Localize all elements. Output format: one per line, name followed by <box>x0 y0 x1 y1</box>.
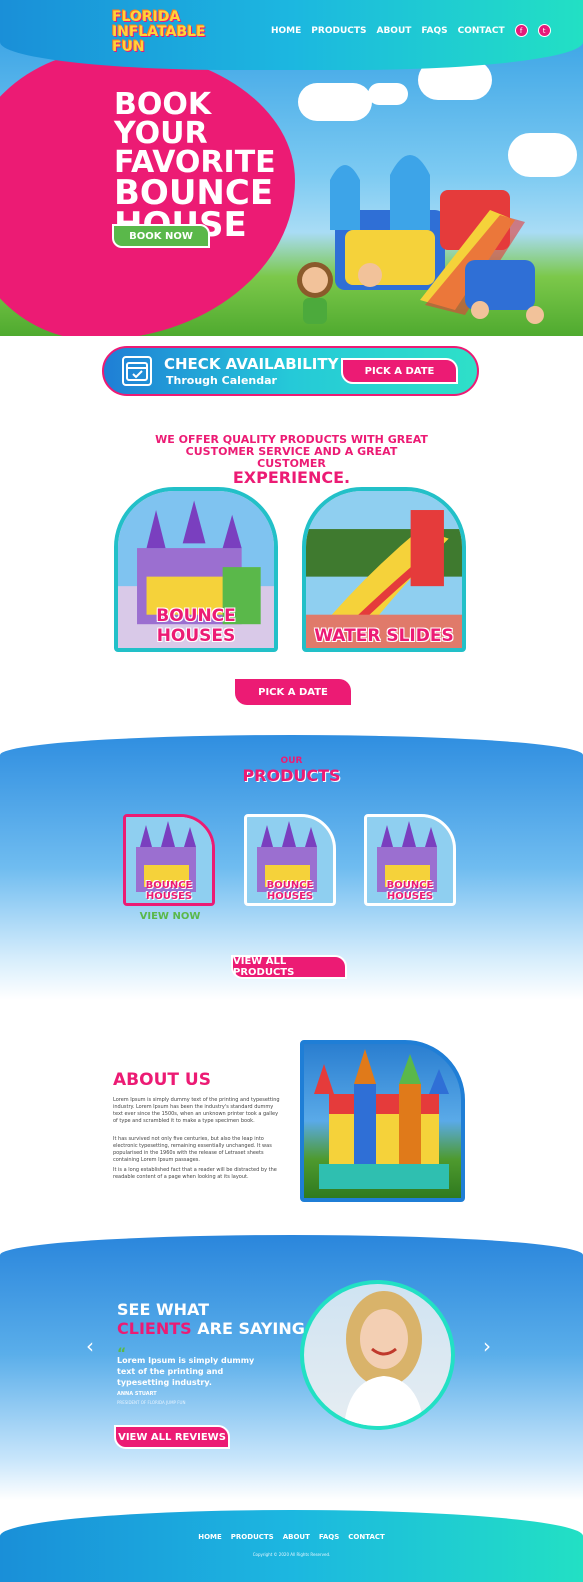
site-logo[interactable]: FLORIDA INFLATABLE FUN <box>112 10 212 55</box>
testimonials-title-line: ARE SAYING <box>197 1319 305 1338</box>
quality-line: CUSTOMER SERVICE AND A GREAT CUSTOMER <box>185 445 398 470</box>
pick-date-button[interactable]: PICK A DATE <box>341 358 458 384</box>
footer-nav-faqs[interactable]: FAQS <box>319 1533 339 1541</box>
footer-nav-products[interactable]: PRODUCTS <box>231 1533 274 1541</box>
product-card[interactable]: BOUNCE HOUSES <box>244 814 336 906</box>
check-availability-banner: CHECK AVAILABILITY Through Calendar PICK… <box>102 346 479 396</box>
site-footer <box>0 1510 583 1582</box>
main-nav: HOME PRODUCTS ABOUT FAQS CONTACT f t <box>271 24 551 37</box>
testimonial-author: ANNA STUART <box>117 1391 157 1397</box>
product-card[interactable]: BOUNCE HOUSES <box>123 814 215 906</box>
hero-title: BOOK YOUR FAVORITE BOUNCE HOUSE <box>114 87 294 243</box>
about-image <box>300 1040 465 1202</box>
product-label: BOUNCE HOUSES <box>266 880 314 902</box>
calendar-icon <box>122 356 152 386</box>
view-all-products-button[interactable]: VIEW ALL PRODUCTS <box>231 955 347 979</box>
footer-nav: HOME PRODUCTS ABOUT FAQS CONTACT <box>0 1533 583 1541</box>
products-overline: OUR <box>280 756 303 766</box>
testimonials-title: SEE WHAT CLIENTS ARE SAYING <box>117 1300 305 1338</box>
logo-text: FUN <box>112 39 145 55</box>
woman-portrait <box>344 1291 424 1426</box>
category-label: BOUNCE HOUSES <box>156 606 236 646</box>
nav-home[interactable]: HOME <box>271 26 301 36</box>
quality-heading: WE OFFER QUALITY PRODUCTS WITH GREAT CUS… <box>150 434 433 486</box>
chevron-right-icon[interactable]: › <box>483 1334 491 1358</box>
availability-subtitle: Through Calendar <box>166 374 277 387</box>
footer-nav-about[interactable]: ABOUT <box>283 1533 310 1541</box>
book-now-button[interactable]: BOOK NOW <box>112 224 210 248</box>
bounce-house-photo <box>314 1049 449 1189</box>
facebook-icon[interactable]: f <box>514 24 528 37</box>
testimonials-title-line: SEE WHAT <box>117 1300 210 1319</box>
testimonial-quote: Lorem Ipsum is simply dummy text of the … <box>117 1356 255 1387</box>
quality-line: EXPERIENCE. <box>232 468 351 487</box>
product-label: BOUNCE HOUSES <box>386 880 434 902</box>
bounce-house-illustration <box>297 155 544 324</box>
view-now-link[interactable]: VIEW NOW <box>122 911 218 922</box>
footer-nav-home[interactable]: HOME <box>198 1533 222 1541</box>
category-label: WATER SLIDES <box>314 626 454 646</box>
testimonial-author-role: PRESIDENT OF FLORIDA JUMP FUN <box>117 1400 186 1405</box>
category-card-water-slides[interactable]: WATER SLIDES <box>302 487 466 652</box>
view-all-reviews-button[interactable]: VIEW ALL REVIEWS <box>114 1425 230 1449</box>
about-paragraph: It has survived not only five centuries,… <box>113 1136 272 1163</box>
water-slide-image <box>306 491 462 648</box>
nav-about[interactable]: ABOUT <box>376 26 411 36</box>
logo-text: INFLATABLE <box>112 24 206 40</box>
availability-title: CHECK AVAILABILITY <box>164 355 339 373</box>
hero-title-line: BOOK YOUR <box>114 87 212 151</box>
testimonials-section <box>0 1235 583 1500</box>
about-title: ABOUT US <box>113 1070 211 1090</box>
nav-contact[interactable]: CONTACT <box>458 26 505 36</box>
cloud-graphic <box>300 85 370 119</box>
logo-text: FLORIDA <box>112 9 181 25</box>
about-paragraph: Lorem Ipsum is simply dummy text of the … <box>113 1097 280 1124</box>
nav-faqs[interactable]: FAQS <box>421 26 447 36</box>
category-card-bounce-houses[interactable]: BOUNCE HOUSES <box>114 487 278 652</box>
nav-products[interactable]: PRODUCTS <box>311 26 366 36</box>
chevron-left-icon[interactable]: ‹ <box>86 1334 94 1358</box>
products-title: PRODUCTS <box>242 766 341 785</box>
footer-nav-contact[interactable]: CONTACT <box>348 1533 385 1541</box>
product-label: BOUNCE HOUSES <box>145 880 193 902</box>
twitter-icon[interactable]: t <box>537 24 551 37</box>
copyright: Copyright © 2020 All Rights Reserved. <box>252 1552 331 1557</box>
testimonials-title-highlight: CLIENTS <box>117 1319 192 1338</box>
client-portrait <box>300 1280 455 1430</box>
about-paragraph: It is a long established fact that a rea… <box>113 1167 277 1180</box>
pick-date-button-secondary[interactable]: PICK A DATE <box>235 679 351 705</box>
product-card[interactable]: BOUNCE HOUSES <box>364 814 456 906</box>
cloud-graphic <box>370 85 406 103</box>
